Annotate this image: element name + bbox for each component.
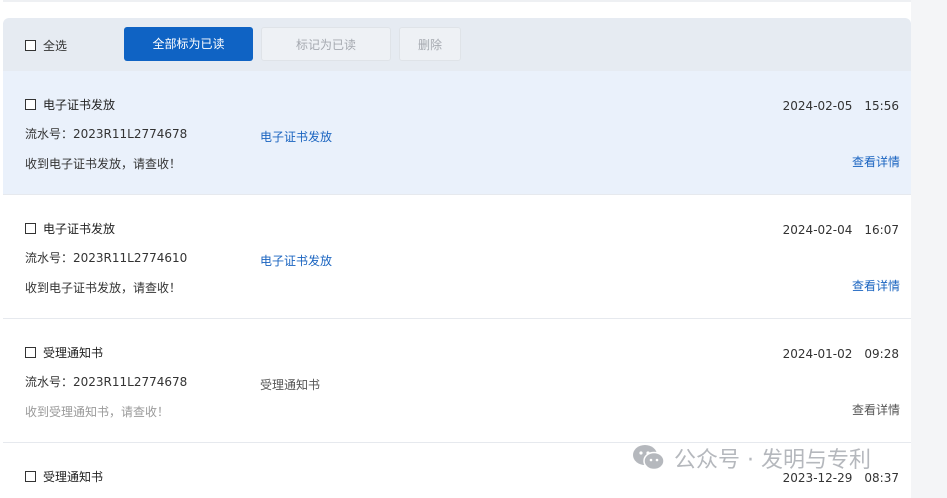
message-date: 2024-01-02 bbox=[782, 347, 853, 361]
message-date: 2024-02-05 bbox=[782, 99, 853, 113]
select-all-label: 全选 bbox=[43, 38, 68, 53]
message-time: 15:56 bbox=[864, 99, 899, 113]
message-title-row: 电子证书发放 bbox=[25, 97, 116, 112]
message-toolbar: 全选 全部标为已读 标记为已读 删除 bbox=[3, 18, 911, 71]
message-datetime: 2024-02-04 16:07 bbox=[783, 223, 899, 237]
message-checkbox[interactable] bbox=[25, 470, 36, 482]
message-body: 收到电子证书发放，请查收！ bbox=[25, 281, 182, 295]
delete-button[interactable]: 删除 bbox=[399, 27, 461, 61]
message-serial-number: 流水号：2023R11L2774610 bbox=[25, 251, 188, 265]
message-checkbox[interactable] bbox=[25, 346, 36, 358]
message-title: 受理通知书 bbox=[43, 345, 104, 360]
watermark: 公众号 · 发明与专利 bbox=[632, 443, 871, 473]
view-details-link[interactable]: 查看详情 bbox=[852, 153, 900, 170]
mark-read-button[interactable]: 标记为已读 bbox=[261, 27, 391, 61]
page-background-strip bbox=[911, 0, 947, 498]
message-panel: 全选 全部标为已读 标记为已读 删除 电子证书发放 流水号：2023R11L27… bbox=[3, 0, 911, 498]
page: 全选 全部标为已读 标记为已读 删除 电子证书发放 流水号：2023R11L27… bbox=[0, 0, 947, 498]
message-time: 09:28 bbox=[864, 347, 899, 361]
message-title: 电子证书发放 bbox=[43, 221, 116, 236]
watermark-text: 公众号 · 发明与专利 bbox=[674, 448, 871, 473]
view-details-link[interactable]: 查看详情 bbox=[852, 401, 900, 418]
view-details-link[interactable]: 查看详情 bbox=[852, 277, 900, 294]
message-checkbox[interactable] bbox=[25, 98, 36, 110]
message-serial-number: 流水号：2023R11L2774678 bbox=[25, 375, 188, 389]
message-category-link[interactable]: 电子证书发放 bbox=[260, 128, 332, 145]
message-item[interactable]: 电子证书发放 流水号：2023R11L2774678 电子证书发放 收到电子证书… bbox=[3, 71, 911, 195]
message-category-link[interactable]: 电子证书发放 bbox=[260, 252, 332, 269]
message-serial-number: 流水号：2023R11L2774678 bbox=[25, 127, 188, 141]
message-title-row: 受理通知书 bbox=[25, 345, 104, 360]
message-body: 收到受理通知书，请查收！ bbox=[25, 405, 170, 419]
message-time: 16:07 bbox=[864, 223, 899, 237]
message-datetime: 2024-01-02 09:28 bbox=[783, 347, 899, 361]
message-category-link[interactable]: 受理通知书 bbox=[260, 376, 320, 393]
message-body: 收到电子证书发放，请查收！ bbox=[25, 157, 182, 171]
wechat-icon bbox=[633, 445, 665, 471]
select-all-checkbox[interactable]: 全选 bbox=[25, 38, 68, 53]
message-title: 受理通知书 bbox=[43, 469, 104, 484]
message-title: 电子证书发放 bbox=[43, 97, 116, 112]
message-datetime: 2024-02-05 15:56 bbox=[783, 99, 899, 113]
message-date: 2024-02-04 bbox=[782, 223, 853, 237]
message-checkbox[interactable] bbox=[25, 222, 36, 234]
mark-all-read-button[interactable]: 全部标为已读 bbox=[124, 27, 253, 61]
checkbox-box[interactable] bbox=[25, 39, 36, 51]
message-item[interactable]: 受理通知书 流水号：2023R11L2774678 受理通知书 收到受理通知书，… bbox=[3, 319, 911, 443]
message-title-row: 电子证书发放 bbox=[25, 221, 116, 236]
message-item[interactable]: 电子证书发放 流水号：2023R11L2774610 电子证书发放 收到电子证书… bbox=[3, 195, 911, 319]
message-title-row: 受理通知书 bbox=[25, 469, 104, 484]
